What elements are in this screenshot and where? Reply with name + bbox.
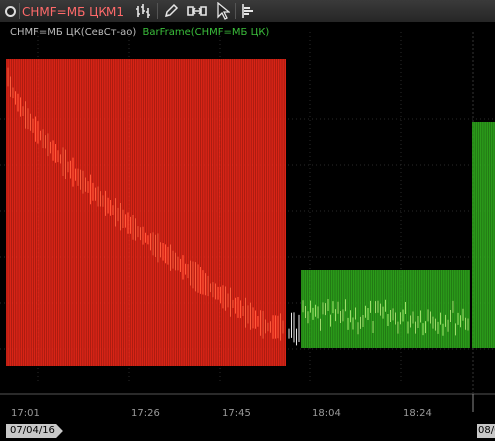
price-chart-svg[interactable] [0,22,495,441]
bear-frame [6,59,286,366]
pencil-icon[interactable] [160,2,182,20]
toolbar-separator [235,3,236,19]
date-badge: 07/04/16 [6,424,63,438]
dom-icon[interactable] [238,2,260,20]
x-axis-label: 18:24 [403,408,432,419]
chart-area[interactable]: CHMF=МБ ЦК(СевСт-ао) BarFrame(CHMF=МБ ЦК… [0,22,495,441]
toolbar-separator [157,3,158,19]
cursor-icon[interactable] [213,2,233,20]
circle-icon[interactable] [1,2,19,20]
x-axis-label: 18:04 [312,408,341,419]
x-axis-label: 17:01 [11,408,40,419]
legend-symbol: CHMF=МБ ЦК(СевСт-ао) [10,27,137,38]
toolbar-separator [19,3,20,19]
scale-icon[interactable] [184,2,210,20]
date-badge-right: 08/0 [477,424,495,438]
chart-legend: CHMF=МБ ЦК(СевСт-ао) BarFrame(CHMF=МБ ЦК… [10,27,269,38]
x-axis-label: 17:26 [131,408,160,419]
timeframe-selector[interactable]: M1 [106,3,124,21]
chart-toolbar: CHMF=МБ ЦК M1 [0,0,495,23]
symbol-selector[interactable]: CHMF=МБ ЦК [22,3,107,21]
x-axis-label: 17:45 [222,408,251,419]
bar-chart-icon[interactable] [133,2,155,20]
legend-indicator[interactable]: BarFrame(CHMF=МБ ЦК) [142,27,269,38]
